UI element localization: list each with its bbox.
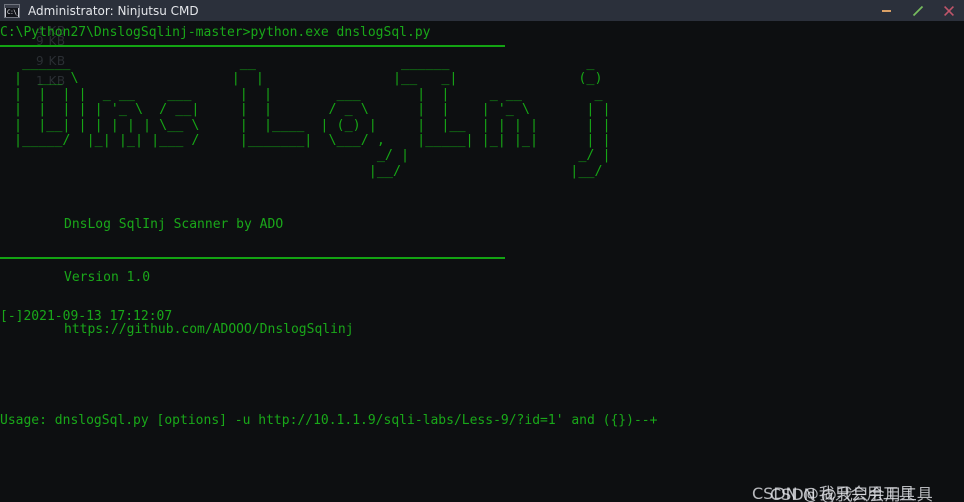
csdn-watermark: CSDN @我只会用工具 xyxy=(752,484,915,502)
csdn-watermark-overlap: CSDN @我只会用工具 xyxy=(770,485,933,502)
separator-top xyxy=(0,45,505,47)
terminal-window: C:\_ Administrator: Ninjutsu CMD xyxy=(0,0,964,502)
ascii-art-banner: ______ __ ______ _ | ___ \ | | |__ _| (_… xyxy=(14,56,611,179)
minimize-button[interactable] xyxy=(871,0,902,21)
credits-line-scanner: DnsLog SqlInj Scanner by ADO xyxy=(64,217,284,232)
usage-and-options-block: [-]2021-09-13 17:12:07 Usage: dnslogSql.… xyxy=(0,274,657,502)
usage-line: Usage: dnslogSql.py [options] -u http://… xyxy=(0,412,658,428)
window-titlebar[interactable]: C:\_ Administrator: Ninjutsu CMD xyxy=(0,0,964,21)
console-output-area[interactable]: 4 KB 9 KB 9 KB 1 KB C:\Python27\DnslogSq… xyxy=(0,21,964,502)
maximize-button[interactable] xyxy=(902,0,933,21)
log-timestamp-line: [-]2021-09-13 17:12:07 xyxy=(0,309,173,325)
command-prompt-line: C:\Python27\DnslogSqlinj-master>python.e… xyxy=(0,25,431,40)
cmd-icon-prompt-text: C:\_ xyxy=(6,7,18,17)
window-controls xyxy=(871,0,964,21)
separator-bottom xyxy=(0,257,505,259)
close-button[interactable] xyxy=(933,0,964,21)
titlebar-left-group: C:\_ Administrator: Ninjutsu CMD xyxy=(0,3,199,18)
window-title: Administrator: Ninjutsu CMD xyxy=(28,3,199,18)
cmd-console-icon: C:\_ xyxy=(4,3,20,18)
